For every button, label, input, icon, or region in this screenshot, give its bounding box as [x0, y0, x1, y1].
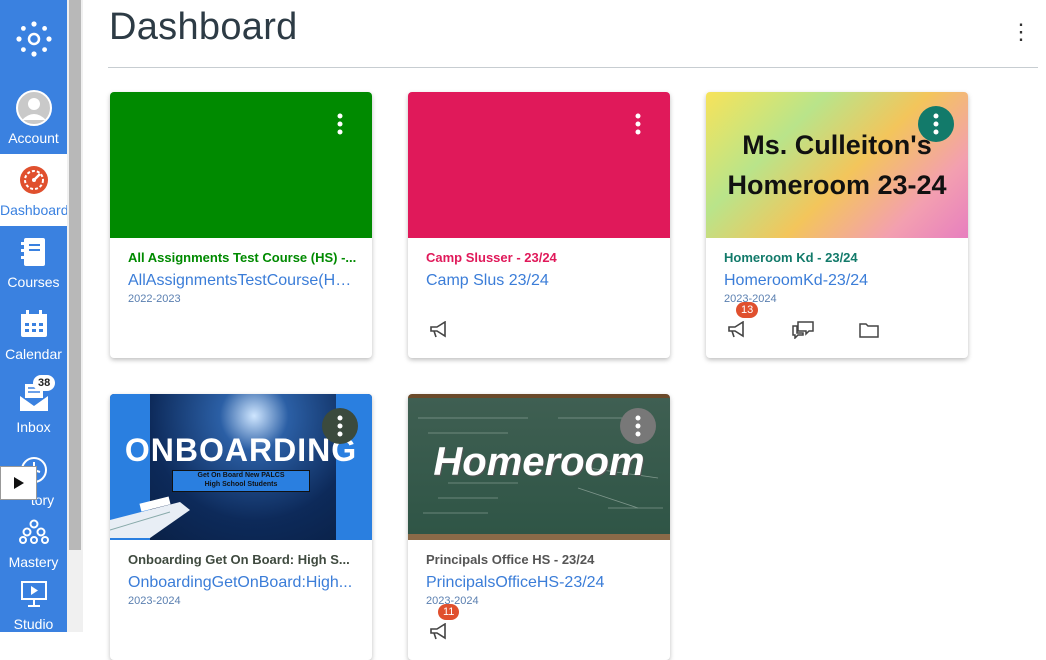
course-card[interactable]: ONBOARDING Get On Board New PALCS High S… [110, 394, 372, 660]
announcements-icon[interactable]: 11 [426, 604, 460, 644]
announcements-icon[interactable]: 13 [724, 302, 759, 342]
header-divider [108, 67, 1038, 68]
course-card[interactable]: Homeroom Principals Office HS - 23/24 Pr… [408, 394, 670, 660]
global-nav: Account Dashboard Courses Calendar 38 In… [0, 0, 69, 632]
nav-calendar[interactable]: Calendar [0, 298, 67, 370]
inbox-unread-badge: 38 [33, 375, 56, 391]
inbox-icon: 38 [0, 375, 67, 415]
card-kebab-icon[interactable] [322, 106, 358, 142]
canvas-logo-icon[interactable] [0, 0, 67, 78]
courses-icon [0, 234, 67, 270]
course-card-code[interactable]: Camp Slus 23/24 [426, 272, 656, 290]
hero-line-2: Get On Board New PALCS [197, 472, 285, 479]
card-kebab-icon[interactable] [918, 106, 954, 142]
announcements-unread-badge: 13 [736, 302, 759, 318]
play-button[interactable] [0, 466, 37, 500]
course-card[interactable]: Ms. Culleiton's Homeroom 23-24 Homeroom … [706, 92, 968, 358]
announcements-unread-badge: 11 [438, 604, 460, 620]
mastery-icon [0, 514, 67, 550]
hero-line-3: High School Students [204, 481, 278, 488]
dashboard-options-kebab-icon[interactable]: ⋮ [1010, 20, 1032, 44]
studio-icon [0, 576, 67, 612]
play-icon [13, 477, 24, 489]
course-card-code[interactable]: HomeroomKd-23/24 [724, 272, 954, 290]
course-card-title[interactable]: Onboarding Get On Board: High S... [128, 552, 358, 567]
nav-studio-label: Studio [13, 616, 54, 632]
avatar [0, 90, 67, 126]
nav-dashboard-label: Dashboard [0, 202, 69, 218]
nav-calendar-label: Calendar [5, 346, 62, 362]
files-icon[interactable] [856, 318, 882, 342]
nav-courses-label: Courses [7, 274, 60, 290]
hero-line-2: Homeroom 23-24 [727, 170, 947, 200]
nav-dashboard[interactable]: Dashboard [0, 154, 69, 226]
course-card-term: 2023-2024 [128, 595, 181, 607]
nav-account-label: Account [8, 130, 59, 146]
calendar-icon [0, 306, 67, 342]
nav-inbox[interactable]: 38 Inbox [0, 371, 67, 443]
announcements-icon[interactable] [426, 318, 452, 342]
course-card[interactable]: Camp Slusser - 23/24 Camp Slus 23/24 [408, 92, 670, 358]
cruise-ship-icon [110, 496, 190, 538]
discussions-icon[interactable] [790, 318, 816, 342]
course-card-title[interactable]: Homeroom Kd - 23/24 [724, 250, 954, 265]
nav-inbox-label: Inbox [16, 419, 51, 435]
hero-line-1: Homeroom [433, 440, 645, 484]
course-card-title[interactable]: All Assignments Test Course (HS) -... [128, 250, 358, 265]
card-kebab-icon[interactable] [620, 408, 656, 444]
hero-banner: Get On Board New PALCS High School Stude… [172, 470, 310, 492]
nav-courses[interactable]: Courses [0, 226, 67, 298]
card-kebab-icon[interactable] [322, 408, 358, 444]
page-title: Dashboard [109, 6, 298, 48]
course-card-code[interactable]: AllAssignmentsTestCourse(HS)... [128, 272, 358, 290]
nav-account[interactable]: Account [0, 82, 67, 154]
nav-studio[interactable]: Studio [0, 568, 67, 640]
course-card-title[interactable]: Camp Slusser - 23/24 [426, 250, 656, 265]
course-card-code[interactable]: PrincipalsOfficeHS-23/24 [426, 574, 656, 592]
course-card[interactable]: All Assignments Test Course (HS) -... Al… [110, 92, 372, 358]
course-card-title[interactable]: Principals Office HS - 23/24 [426, 552, 656, 567]
card-kebab-icon[interactable] [620, 106, 656, 142]
course-card-term: 2022-2023 [128, 293, 181, 305]
course-card-code[interactable]: OnboardingGetOnBoard:High... [128, 574, 358, 592]
nav-scrollbar-thumb[interactable] [69, 0, 81, 550]
dashboard-icon [0, 162, 67, 198]
